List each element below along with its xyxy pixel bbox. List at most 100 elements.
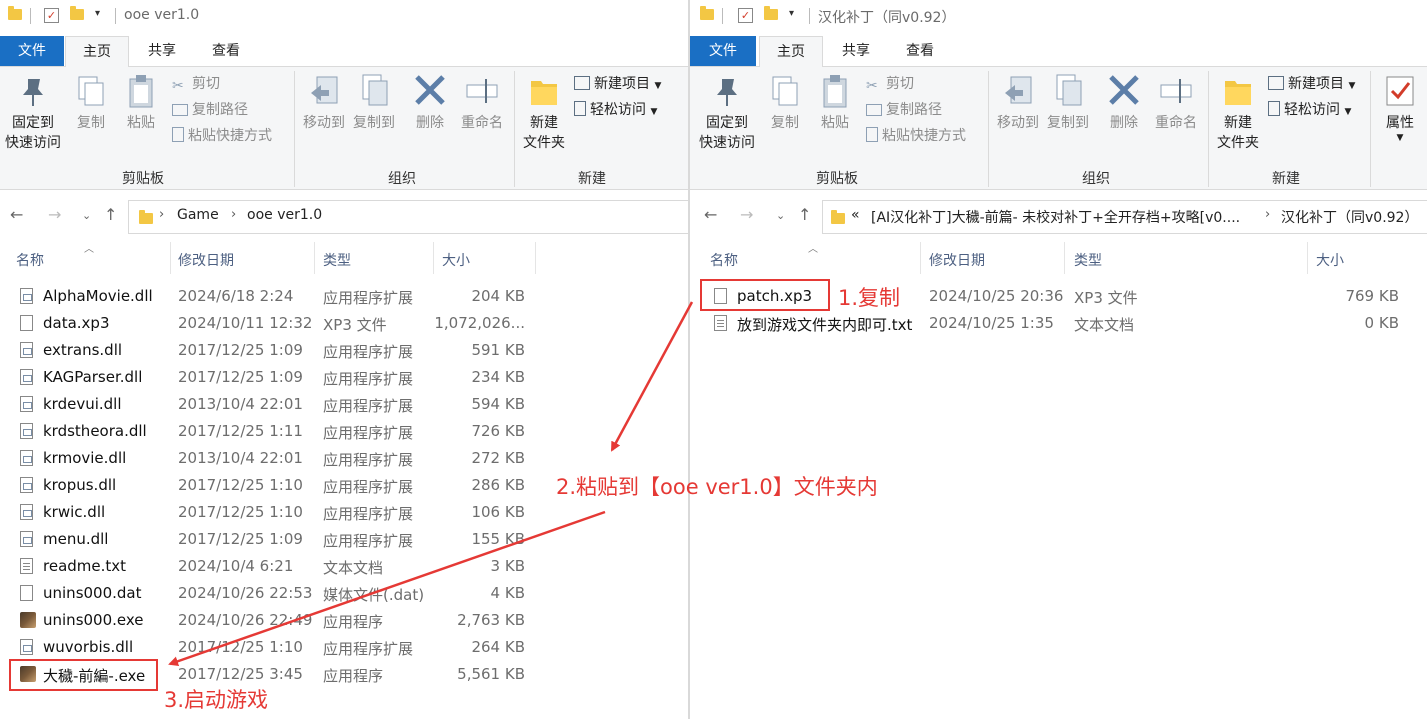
file-size: 155 KB xyxy=(471,530,525,548)
file-row[interactable]: krdstheora.dll 2017/12/25 1:11 应用程序扩展 726 K… xyxy=(0,418,688,445)
tab-home[interactable]: 主页 xyxy=(65,36,129,68)
file-row[interactable]: wuvorbis.dll 2017/12/25 1:10 应用程序扩展 264 KB xyxy=(0,634,688,661)
new-folder-label: 新建 文件夹 xyxy=(523,115,565,151)
properties-check-icon[interactable]: ✓ xyxy=(44,8,59,23)
new-item-button[interactable]: 新建项目 ▼ xyxy=(1268,73,1355,95)
file-row[interactable]: unins000.dat 2024/10/26 22:53 媒体文件(.dat) 4 … xyxy=(0,580,688,607)
column-size[interactable]: 大小 xyxy=(1316,250,1344,270)
tab-view[interactable]: 查看 xyxy=(196,36,256,66)
dll-file-icon xyxy=(20,369,33,385)
new-folder-button[interactable]: 新建 文件夹 xyxy=(518,73,570,153)
file-date: 2017/12/25 3:45 xyxy=(178,665,303,683)
file-size: 4 KB xyxy=(490,584,525,602)
breadcrumb-current[interactable]: 汉化补丁（同v0.92） xyxy=(1281,207,1418,227)
breadcrumb-game[interactable]: Game xyxy=(177,207,219,223)
column-divider[interactable] xyxy=(433,242,434,274)
delete-button[interactable]: 删除 xyxy=(1104,73,1144,133)
tab-file[interactable]: 文件 xyxy=(0,36,64,66)
quick-access-dropdown-icon[interactable]: ▾ xyxy=(789,8,794,19)
file-row[interactable]: KAGParser.dll 2017/12/25 1:09 应用程序扩展 234 KB xyxy=(0,364,688,391)
copy-path-button[interactable]: 复制路径 xyxy=(172,99,248,121)
column-divider[interactable] xyxy=(1307,242,1308,274)
file-row[interactable]: 放到游戏文件夹内即可.txt 2024/10/25 1:35 文本文档 0 KB xyxy=(690,310,1427,337)
column-divider[interactable] xyxy=(314,242,315,274)
breadcrumb-current[interactable]: ooe ver1.0 xyxy=(247,207,322,223)
file-row[interactable]: AlphaMovie.dll 2024/6/18 2:24 应用程序扩展 204 KB xyxy=(0,283,688,310)
dll-file-icon xyxy=(20,450,33,466)
move-to-button[interactable]: 移动到 xyxy=(994,73,1042,133)
tab-view[interactable]: 查看 xyxy=(890,36,950,66)
column-name[interactable]: 名称 xyxy=(710,250,738,270)
dll-file-icon xyxy=(20,477,33,493)
rename-button[interactable]: 重命名 xyxy=(1150,73,1202,133)
new-folder-quick-icon[interactable] xyxy=(764,6,778,20)
file-row[interactable]: menu.dll 2017/12/25 1:09 应用程序扩展 155 KB xyxy=(0,526,688,553)
column-date[interactable]: 修改日期 xyxy=(178,250,234,270)
file-row[interactable]: krdevui.dll 2013/10/4 22:01 应用程序扩展 594 KB xyxy=(0,391,688,418)
pin-quick-access-button[interactable]: 固定到 快速访问 xyxy=(2,73,64,153)
tab-share[interactable]: 共享 xyxy=(826,36,886,66)
rename-button[interactable]: 重命名 xyxy=(456,73,508,133)
up-arrow-icon[interactable]: ↑ xyxy=(798,205,811,224)
up-arrow-icon[interactable]: ↑ xyxy=(104,205,117,224)
file-row[interactable]: data.xp3 2024/10/11 12:32 XP3 文件 1,072,026.… xyxy=(0,310,688,337)
new-folder-quick-icon[interactable] xyxy=(70,6,84,20)
easy-access-button[interactable]: 轻松访问 ▼ xyxy=(574,99,657,121)
file-row[interactable]: unins000.exe 2024/10/26 22:49 应用程序 2,763 KB xyxy=(0,607,688,634)
address-bar[interactable]: « [AI汉化补丁]大穢-前篇- 未校对补丁+全开存档+攻略[v0.... › … xyxy=(822,200,1427,234)
copy-icon xyxy=(74,73,108,109)
column-divider[interactable] xyxy=(170,242,171,274)
recent-locations-chevron-icon[interactable]: ⌄ xyxy=(776,209,785,222)
column-type[interactable]: 类型 xyxy=(1074,250,1102,270)
column-date[interactable]: 修改日期 xyxy=(929,250,985,270)
easy-access-icon xyxy=(1268,101,1280,116)
pin-icon xyxy=(710,73,744,109)
column-size[interactable]: 大小 xyxy=(442,250,470,270)
column-divider[interactable] xyxy=(1064,242,1065,274)
tab-home[interactable]: 主页 xyxy=(759,36,823,68)
file-row[interactable]: krmovie.dll 2013/10/4 22:01 应用程序扩展 272 KB xyxy=(0,445,688,472)
back-arrow-icon[interactable]: ← xyxy=(10,205,23,224)
copy-button[interactable]: 复制 xyxy=(762,73,808,133)
recent-locations-chevron-icon[interactable]: ⌄ xyxy=(82,209,91,222)
paste-shortcut-button[interactable]: 粘贴快捷方式 xyxy=(172,125,272,147)
file-row[interactable]: extrans.dll 2017/12/25 1:09 应用程序扩展 591 KB xyxy=(0,337,688,364)
copy-to-button[interactable]: 复制到 xyxy=(1044,73,1092,133)
copy-to-button[interactable]: 复制到 xyxy=(350,73,398,133)
breadcrumb-separator-icon: › xyxy=(231,207,237,222)
file-row[interactable]: krwic.dll 2017/12/25 1:10 应用程序扩展 106 KB xyxy=(0,499,688,526)
paste-shortcut-button[interactable]: 粘贴快捷方式 xyxy=(866,125,966,147)
paste-button[interactable]: 粘贴 xyxy=(118,73,164,133)
quick-access-dropdown-icon[interactable]: ▾ xyxy=(95,8,100,19)
file-type: 应用程序 xyxy=(323,613,384,631)
breadcrumb-parent[interactable]: [AI汉化补丁]大穢-前篇- 未校对补丁+全开存档+攻略[v0.... xyxy=(871,207,1240,227)
pin-quick-access-button[interactable]: 固定到 快速访问 xyxy=(696,73,758,153)
file-row[interactable]: readme.txt 2024/10/4 6:21 文本文档 3 KB xyxy=(0,553,688,580)
tab-file[interactable]: 文件 xyxy=(690,36,756,66)
delete-button[interactable]: 删除 xyxy=(410,73,450,133)
back-arrow-icon[interactable]: ← xyxy=(704,205,717,224)
copy-button[interactable]: 复制 xyxy=(68,73,114,133)
properties-button[interactable]: 属性 ▼ xyxy=(1376,73,1424,143)
column-name[interactable]: 名称 xyxy=(16,250,44,270)
group-separator xyxy=(1370,71,1371,187)
new-folder-button[interactable]: 新建 文件夹 xyxy=(1212,73,1264,153)
column-divider[interactable] xyxy=(535,242,536,274)
breadcrumb-overflow[interactable]: « xyxy=(851,207,860,223)
copy-path-button[interactable]: 复制路径 xyxy=(866,99,942,121)
forward-arrow-icon[interactable]: → xyxy=(740,205,753,224)
column-divider[interactable] xyxy=(920,242,921,274)
forward-arrow-icon[interactable]: → xyxy=(48,205,61,224)
tab-share[interactable]: 共享 xyxy=(132,36,192,66)
easy-access-button[interactable]: 轻松访问 ▼ xyxy=(1268,99,1351,121)
paste-button[interactable]: 粘贴 xyxy=(812,73,858,133)
cut-button[interactable]: ✂ 剪切 xyxy=(866,73,914,95)
group-clipboard-label: 剪贴板 xyxy=(122,171,164,187)
column-type[interactable]: 类型 xyxy=(323,250,351,270)
new-item-button[interactable]: 新建项目 ▼ xyxy=(574,73,661,95)
properties-check-icon[interactable]: ✓ xyxy=(738,8,753,23)
move-to-button[interactable]: 移动到 xyxy=(300,73,348,133)
cut-button[interactable]: ✂ 剪切 xyxy=(172,73,220,95)
copy-to-label: 复制到 xyxy=(353,115,395,131)
address-bar[interactable]: › Game › ooe ver1.0 xyxy=(128,200,688,234)
